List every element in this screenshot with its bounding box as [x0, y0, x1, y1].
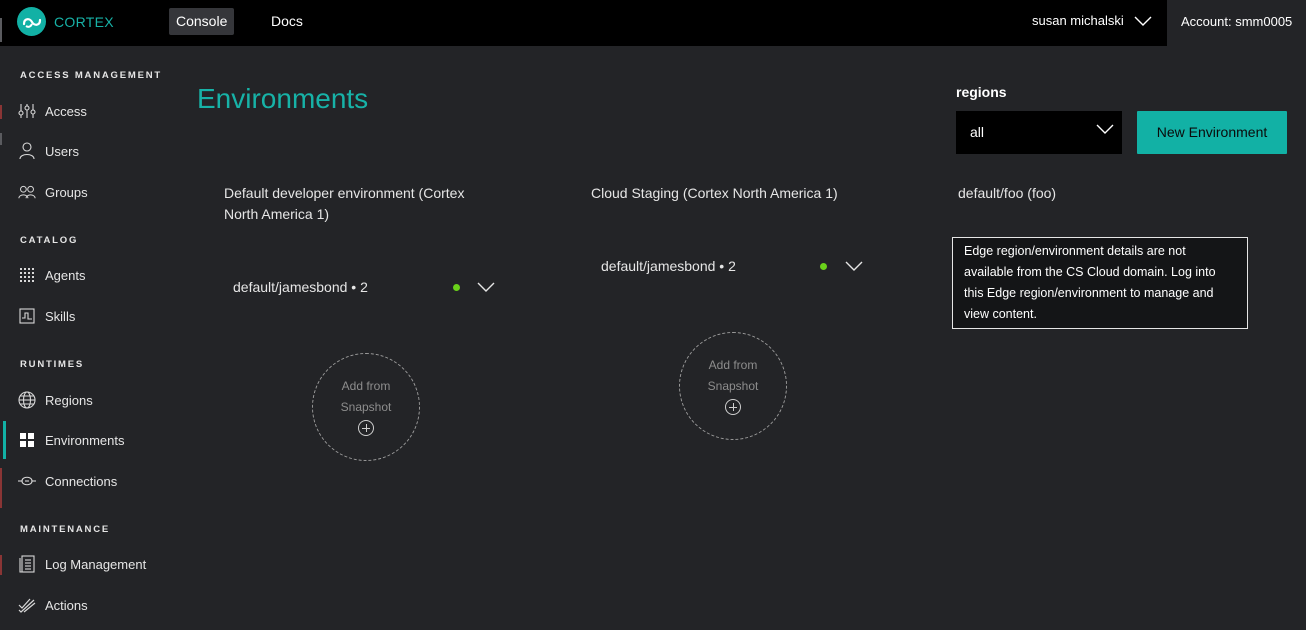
chevron-down-icon	[1134, 16, 1152, 26]
sidebar-item-label: Agents	[45, 267, 86, 283]
plus-circle-icon	[725, 399, 741, 415]
regions-label: regions	[956, 84, 1007, 100]
add-from-snapshot-button[interactable]: Add from Snapshot	[312, 353, 420, 461]
sidebar-item-users[interactable]: Users	[0, 136, 178, 166]
sidebar-item-label: Groups	[45, 184, 88, 200]
page-title: Environments	[197, 83, 369, 114]
snapshot-label-line: Add from	[341, 379, 391, 393]
actions-icon	[18, 596, 36, 614]
namespace-label[interactable]: default/jamesbond • 2	[601, 258, 736, 274]
chevron-down-icon	[1096, 124, 1114, 134]
user-name: susan michalski	[1032, 13, 1124, 28]
user-icon	[18, 142, 36, 160]
sidebar-item-label: Environments	[45, 432, 125, 448]
environment-title-line: North America 1)	[224, 206, 330, 222]
notice-line: view content.	[964, 307, 1037, 321]
sidebar-item-label: Connections	[45, 473, 118, 489]
sidebar-item-label: Log Management	[45, 556, 147, 572]
sidebar-item-regions[interactable]: Regions	[0, 385, 178, 415]
connections-icon	[18, 472, 36, 490]
user-menu[interactable]: susan michalski	[1032, 13, 1152, 28]
status-dot	[453, 284, 460, 291]
sidebar-item-agents[interactable]: Agents	[0, 260, 178, 290]
account-label[interactable]: Account: smm0005	[1167, 0, 1306, 46]
edge-mark	[0, 18, 2, 42]
plus-circle-icon	[358, 420, 374, 436]
snapshot-label-line: Snapshot	[707, 379, 759, 393]
snapshot-label-line: Snapshot	[340, 400, 392, 414]
namespace-label[interactable]: default/jamesbond • 2	[233, 279, 368, 295]
sidebar-item-connections[interactable]: Connections	[0, 466, 178, 496]
status-dot	[820, 263, 827, 270]
skills-icon	[18, 307, 36, 325]
grid-icon	[18, 431, 36, 449]
active-indicator	[3, 421, 6, 459]
sidebar-item-environments[interactable]: Environments	[0, 421, 178, 459]
section-title-catalog: CATALOG	[20, 235, 79, 246]
sidebar-item-label: Skills	[45, 308, 76, 324]
sidebar-item-access[interactable]: Access	[0, 96, 178, 126]
section-title-maintenance: MAINTENANCE	[20, 524, 110, 535]
sidebar-item-log-management[interactable]: Log Management	[0, 549, 178, 579]
regions-select-value: all	[970, 124, 985, 140]
new-environment-button[interactable]: New Environment	[1137, 111, 1287, 154]
edge-region-notice: Edge region/environment details are not …	[952, 237, 1248, 329]
sliders-icon	[18, 102, 36, 120]
sidebar-item-skills[interactable]: Skills	[0, 301, 178, 331]
environment-title: default/foo (foo)	[958, 185, 1057, 201]
logs-icon	[18, 555, 36, 573]
snapshot-label-line: Add from	[708, 358, 758, 372]
environment-title-line: Default developer environment (Cortex	[224, 185, 465, 201]
regions-select[interactable]: all	[956, 111, 1122, 154]
sidebar-item-label: Actions	[45, 597, 88, 613]
section-title-access-management: ACCESS MANAGEMENT	[20, 70, 162, 81]
sidebar-item-actions[interactable]: Actions	[0, 590, 178, 620]
agents-icon	[18, 266, 36, 284]
chevron-down-icon[interactable]	[845, 261, 863, 271]
notice-line: available from the CS Cloud domain. Log …	[964, 265, 1216, 279]
cortex-logo-icon	[17, 7, 46, 36]
sidebar-item-groups[interactable]: Groups	[0, 177, 178, 207]
notice-line: this Edge region/environment to manage a…	[964, 286, 1214, 300]
add-from-snapshot-button[interactable]: Add from Snapshot	[679, 332, 787, 440]
tab-console[interactable]: Console	[169, 8, 235, 35]
sidebar-item-label: Regions	[45, 392, 93, 408]
section-title-runtimes: RUNTIMES	[20, 359, 85, 370]
sidebar-item-label: Access	[45, 103, 87, 119]
sidebar: ACCESS MANAGEMENT Access Users Groups CA…	[0, 46, 178, 630]
group-icon	[18, 183, 36, 201]
sidebar-item-label: Users	[45, 143, 79, 159]
environment-title: Default developer environment (Cortex No…	[224, 183, 524, 225]
globe-icon	[18, 391, 36, 409]
environment-title: Cloud Staging (Cortex North America 1)	[591, 185, 838, 201]
brand-name: CORTEX	[54, 13, 114, 30]
top-nav-bar: CORTEX Console Docs susan michalski Acco…	[0, 0, 1306, 46]
notice-line: Edge region/environment details are not	[964, 244, 1186, 258]
brand[interactable]: CORTEX	[17, 7, 114, 36]
tab-docs[interactable]: Docs	[264, 8, 310, 35]
chevron-down-icon[interactable]	[477, 282, 495, 292]
